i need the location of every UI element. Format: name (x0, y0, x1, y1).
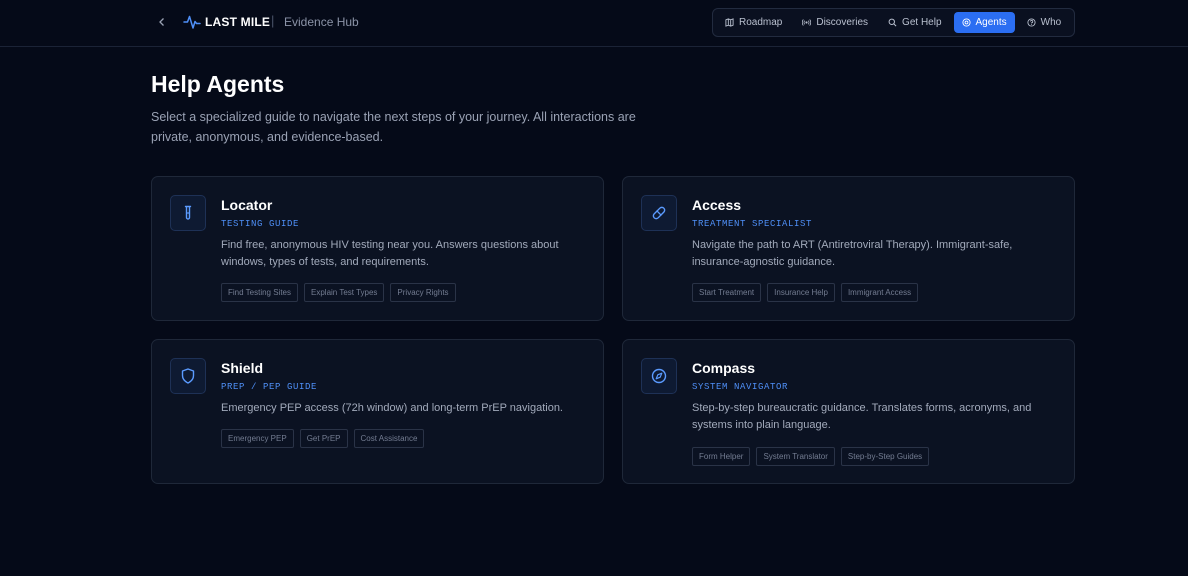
back-button[interactable] (154, 14, 170, 30)
agent-subtitle: SYSTEM NAVIGATOR (692, 382, 789, 392)
radio-icon (802, 19, 812, 26)
agent-name: Locator (221, 197, 273, 213)
test-tube-icon (184, 205, 192, 220)
nav-agents-label: Agents (975, 17, 1007, 28)
agent-name: Shield (221, 360, 264, 376)
agent-tag[interactable]: Step-by-Step Guides (840, 447, 930, 466)
brand-name: LAST MILE (205, 15, 271, 29)
agent-card-access[interactable]: Access TREATMENT SPECIALIST Navigate the… (622, 176, 1075, 321)
agent-tag[interactable]: Immigrant Access (840, 283, 919, 302)
shield-icon (181, 368, 195, 384)
agent-tag[interactable]: Cost Assistance (353, 429, 425, 448)
map-icon (725, 18, 734, 27)
agent-description: Step-by-step bureaucratic guidance. Tran… (692, 402, 1032, 431)
agent-card-locator[interactable]: Locator TESTING GUIDE Find free, anonymo… (151, 176, 604, 321)
main-nav: Roadmap Discoveries Get Help Agents Who (712, 8, 1075, 37)
agent-description: Emergency PEP access (72h window) and lo… (221, 402, 563, 414)
agent-name: Access (692, 197, 742, 213)
agent-subtitle: TREATMENT SPECIALIST (692, 219, 813, 229)
agent-subtitle: PREP / PEP GUIDE (221, 382, 318, 392)
brand-separator: | (271, 13, 275, 28)
agent-tags: Form Helper System Translator Step-by-St… (692, 447, 930, 466)
nav-who-label: Who (1040, 17, 1062, 28)
nav-roadmap-label: Roadmap (739, 17, 783, 28)
top-bar: LAST MILE | Evidence Hub Roadmap Discove… (0, 0, 1188, 47)
nav-agents[interactable]: Agents (953, 12, 1015, 33)
agent-tag[interactable]: Get PrEP (299, 429, 348, 448)
search-icon (888, 18, 897, 27)
chevron-left-icon (159, 18, 164, 26)
agents-icon (961, 18, 971, 27)
agent-tags: Emergency PEP Get PrEP Cost Assistance (221, 429, 425, 448)
brand-subtitle: Evidence Hub (284, 15, 359, 29)
agent-icon-container (170, 195, 206, 231)
agent-tags: Find Testing Sites Explain Test Types Pr… (221, 283, 456, 302)
agent-tag[interactable]: Privacy Rights (390, 283, 456, 302)
agent-tags: Start Treatment Insurance Help Immigrant… (692, 283, 919, 302)
pill-icon (652, 206, 666, 220)
agent-tag[interactable]: Find Testing Sites (221, 283, 298, 302)
agent-tag[interactable]: Insurance Help (767, 283, 835, 302)
nav-discoveries-label: Discoveries (816, 17, 869, 28)
activity-icon (183, 15, 201, 29)
page-title: Help Agents (151, 71, 285, 97)
agent-tag[interactable]: System Translator (756, 447, 835, 466)
agent-card-shield[interactable]: Shield PREP / PEP GUIDE Emergency PEP ac… (151, 339, 604, 484)
agent-tag[interactable]: Form Helper (692, 447, 751, 466)
nav-who[interactable]: Who (1019, 12, 1070, 33)
agent-subtitle: TESTING GUIDE (221, 219, 300, 229)
nav-discoveries[interactable]: Discoveries (794, 12, 876, 33)
agent-icon-container (641, 195, 677, 231)
agent-description: Find free, anonymous HIV testing near yo… (221, 239, 559, 268)
agent-icon-container (170, 358, 206, 394)
agent-tag[interactable]: Emergency PEP (221, 429, 294, 448)
nav-get-help-label: Get Help (902, 17, 942, 28)
agent-name: Compass (692, 360, 756, 376)
nav-get-help[interactable]: Get Help (880, 12, 949, 33)
agent-card-compass[interactable]: Compass SYSTEM NAVIGATOR Step-by-step bu… (622, 339, 1075, 484)
help-circle-icon (1027, 18, 1036, 27)
agent-icon-container (641, 358, 677, 394)
page-description: Select a specialized guide to navigate t… (151, 110, 636, 144)
compass-icon (651, 368, 667, 384)
agent-tag[interactable]: Start Treatment (692, 283, 762, 302)
agent-tag[interactable]: Explain Test Types (304, 283, 385, 302)
agent-description: Navigate the path to ART (Antiretroviral… (692, 239, 1013, 268)
nav-roadmap[interactable]: Roadmap (717, 12, 790, 33)
